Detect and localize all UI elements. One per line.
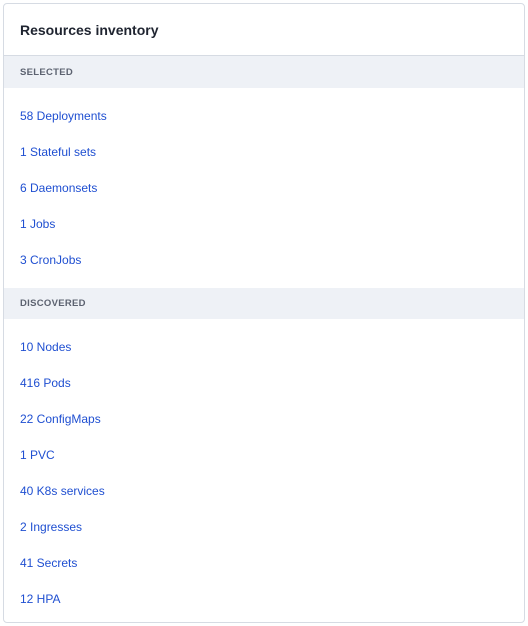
list-item: 40 K8s services (4, 473, 524, 509)
resource-link-daemonsets[interactable]: 6 Daemonsets (20, 181, 97, 195)
list-item: 416 Pods (4, 365, 524, 401)
resource-link-nodes[interactable]: 10 Nodes (20, 340, 71, 354)
discovered-list: 10 Nodes 416 Pods 22 ConfigMaps 1 PVC 40… (4, 319, 524, 622)
resource-link-configmaps[interactable]: 22 ConfigMaps (20, 412, 101, 426)
resource-link-jobs[interactable]: 1 Jobs (20, 217, 55, 231)
list-item: 1 Stateful sets (4, 134, 524, 170)
resource-link-deployments[interactable]: 58 Deployments (20, 109, 107, 123)
resource-link-stateful-sets[interactable]: 1 Stateful sets (20, 145, 96, 159)
list-item: 3 CronJobs (4, 242, 524, 278)
resource-link-ingresses[interactable]: 2 Ingresses (20, 520, 82, 534)
list-item: 1 PVC (4, 437, 524, 473)
list-item: 1 Jobs (4, 206, 524, 242)
list-item: 10 Nodes (4, 329, 524, 365)
resource-link-pods[interactable]: 416 Pods (20, 376, 71, 390)
list-item: 12 HPA (4, 581, 524, 617)
resource-link-pvc[interactable]: 1 PVC (20, 448, 55, 462)
resource-link-cronjobs[interactable]: 3 CronJobs (20, 253, 81, 267)
list-item: 6 Daemonsets (4, 170, 524, 206)
resource-link-hpa[interactable]: 12 HPA (20, 592, 60, 606)
selected-list: 58 Deployments 1 Stateful sets 6 Daemons… (4, 88, 524, 288)
list-item: 58 Deployments (4, 98, 524, 134)
list-item: 41 Secrets (4, 545, 524, 581)
resources-inventory-card: Resources inventory SELECTED 58 Deployme… (3, 3, 525, 623)
list-item: 2 Ingresses (4, 509, 524, 545)
section-header-discovered: DISCOVERED (4, 288, 524, 319)
resource-link-secrets[interactable]: 41 Secrets (20, 556, 77, 570)
card-title: Resources inventory (20, 21, 159, 38)
section-header-selected: SELECTED (4, 56, 524, 88)
card-header: Resources inventory (4, 4, 524, 56)
list-item: 22 ConfigMaps (4, 401, 524, 437)
resource-link-k8s-services[interactable]: 40 K8s services (20, 484, 105, 498)
